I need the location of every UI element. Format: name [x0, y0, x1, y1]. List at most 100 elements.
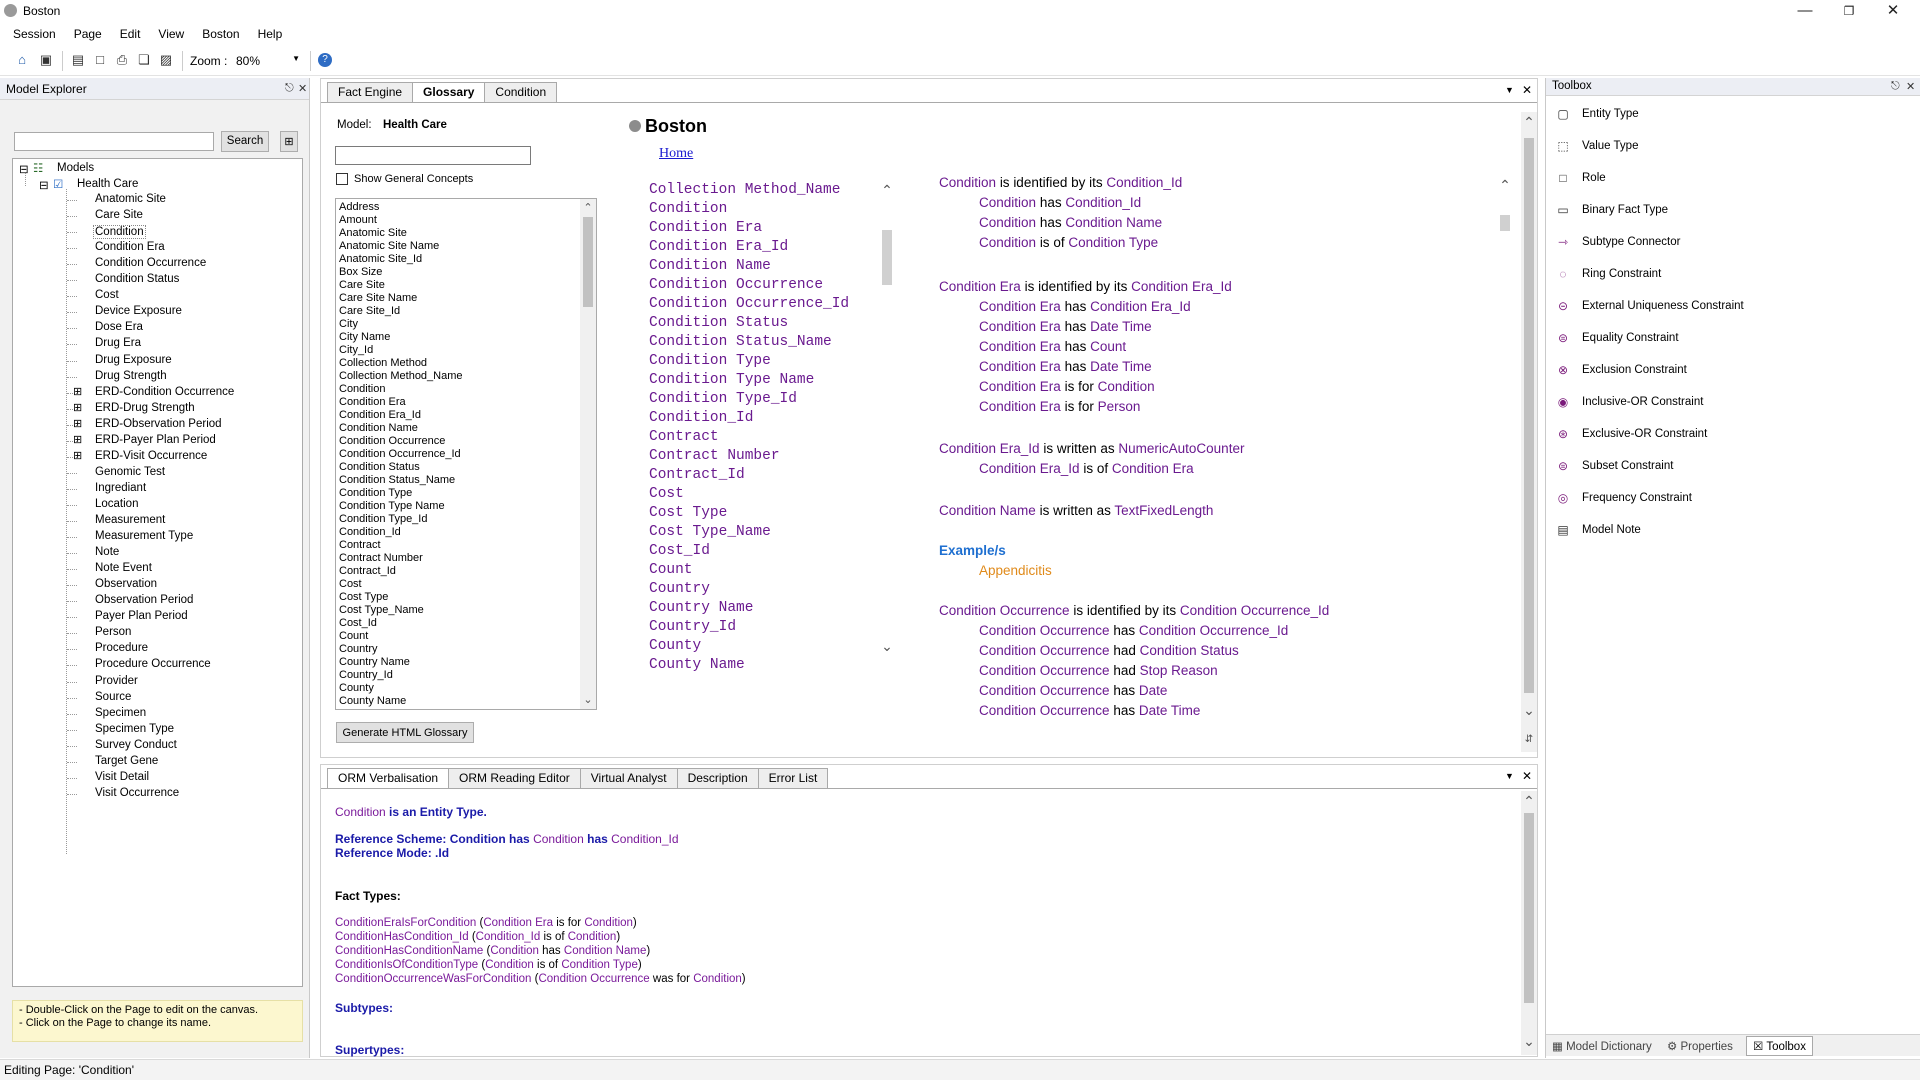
tab-list-chevron-icon[interactable]: ▼ — [1505, 771, 1514, 781]
fact-type-role-b[interactable]: Condition — [584, 917, 633, 929]
tree-item[interactable]: Specimen — [95, 707, 146, 719]
zoom-select[interactable]: 80% ▼ — [234, 51, 304, 71]
scroll-thumb[interactable] — [583, 217, 593, 307]
tool-subtype-connector[interactable]: ⇾ Subtype Connector — [1554, 234, 1680, 250]
glossary-term-link[interactable]: Condition Era_Id — [649, 239, 788, 255]
scroll-thumb[interactable] — [1524, 813, 1534, 1003]
concept-item[interactable]: Country_Id — [339, 669, 393, 682]
tree-item[interactable]: Source — [95, 691, 131, 703]
tree-item[interactable]: Measurement — [95, 514, 165, 526]
tool-frequency-constraint[interactable]: ◎ Frequency Constraint — [1554, 490, 1692, 506]
fact-type-role-a[interactable]: Condition Era — [483, 917, 553, 929]
menu-session[interactable]: Session — [4, 23, 65, 45]
tree-item[interactable]: Procedure Occurrence — [95, 658, 211, 670]
glossary-term-link[interactable]: Condition Status — [649, 315, 788, 331]
tool-value-type[interactable]: ⬚ Value Type — [1554, 138, 1638, 154]
glossary-term-link[interactable]: Cost Type_Name — [649, 524, 771, 540]
scroll-down-icon[interactable]: ⌄ — [879, 638, 895, 655]
tree-item[interactable]: Location — [95, 498, 138, 510]
glossary-term-link[interactable]: Condition Type Name — [649, 372, 814, 388]
definitions-scrollbar[interactable]: ⌃ — [1497, 175, 1513, 325]
tree-item[interactable]: Survey Conduct — [95, 739, 177, 751]
concept-item[interactable]: Country Name — [339, 656, 410, 669]
tool-entity-type[interactable]: ▢ Entity Type — [1554, 106, 1638, 122]
scroll-thumb[interactable] — [1524, 138, 1534, 693]
concept-item[interactable]: County Name — [339, 695, 406, 708]
scroll-up-icon[interactable]: ⌃ — [1521, 793, 1537, 810]
tab-properties[interactable]: ⚙ Properties — [1667, 1039, 1733, 1053]
pin-icon[interactable]: ⎋ — [1891, 80, 1900, 93]
tab-list-chevron-icon[interactable]: ▼ — [1505, 85, 1514, 95]
concept-item[interactable]: City_Id — [339, 344, 373, 357]
tab-virtual-analyst[interactable]: Virtual Analyst — [579, 768, 678, 788]
tool-external-uniqueness-constraint[interactable]: ⊝ External Uniqueness Constraint — [1554, 298, 1744, 314]
term-list-scrollbar[interactable]: ⌃ ⌄ — [879, 180, 895, 660]
tree-item[interactable]: Payer Plan Period — [95, 610, 188, 622]
concept-list[interactable]: Address Amount Anatomic Site Anatomic Site … — [335, 198, 597, 710]
tree-item[interactable]: Measurement Type — [95, 530, 193, 542]
fact-type-role-b[interactable]: Condition Type — [561, 959, 638, 971]
scroll-up-icon[interactable]: ⌃ — [1497, 177, 1513, 194]
glossary-term-link[interactable]: Count — [649, 562, 693, 578]
glossary-page-scrollbar[interactable]: ⌃ ⌄ ⇵ — [1521, 112, 1537, 752]
fact-type-name[interactable]: ConditionHasCondition_Id — [335, 931, 469, 943]
explorer-search-input[interactable] — [14, 132, 214, 151]
fact-type-role-a[interactable]: Condition — [490, 945, 539, 957]
tree-item[interactable]: Note Event — [95, 562, 152, 574]
tab-orm-verbalisation[interactable]: ORM Verbalisation — [327, 768, 450, 788]
concept-item[interactable]: Contract — [339, 539, 381, 552]
copy-icon[interactable]: ❏ — [136, 52, 152, 68]
tree-item[interactable]: Procedure — [95, 642, 148, 654]
concept-item[interactable]: Anatomic Site Name — [339, 240, 439, 253]
concept-item[interactable]: Condition Name — [339, 422, 418, 435]
fact-type-name[interactable]: ConditionEraIsForCondition — [335, 917, 476, 929]
tree-item[interactable]: Condition Era — [95, 241, 165, 253]
close-icon[interactable]: ✕ — [1906, 80, 1915, 93]
tree-item[interactable]: Device Exposure — [95, 305, 182, 317]
tree-item[interactable]: Condition — [93, 225, 146, 240]
tree-item[interactable]: Drug Era — [95, 337, 141, 349]
tab-description[interactable]: Description — [676, 768, 759, 788]
ref-scheme-b[interactable]: Condition_Id — [611, 832, 678, 846]
add-page-icon[interactable]: ⊞ — [280, 131, 298, 152]
tree-item[interactable]: Provider — [95, 675, 138, 687]
tab-error-list[interactable]: Error List — [757, 768, 829, 788]
home-link[interactable]: Home — [659, 146, 693, 162]
concept-item[interactable]: Anatomic Site_Id — [339, 253, 422, 266]
menu-boston[interactable]: Boston — [193, 23, 248, 45]
tree-item[interactable]: Observation Period — [95, 594, 193, 606]
model-tree[interactable]: ⊟ ☷ Models ⊟ ☑ Health Care Anatomic Site… — [12, 158, 303, 987]
concept-item[interactable]: Amount — [339, 214, 377, 227]
tree-item[interactable]: Genomic Test — [95, 466, 165, 478]
concept-item[interactable]: Collection Method_Name — [339, 370, 463, 383]
verbalisation-scrollbar[interactable]: ⌃ ⌄ — [1521, 791, 1537, 1055]
concept-item[interactable]: Country — [339, 643, 378, 656]
generate-html-glossary-button[interactable]: Generate HTML Glossary — [336, 722, 474, 743]
tool-inclusive-or-constraint[interactable]: ◉ Inclusive-OR Constraint — [1554, 394, 1704, 410]
concept-item[interactable]: Condition Occurrence — [339, 435, 445, 448]
tree-item[interactable]: Target Gene — [95, 755, 158, 767]
glossary-term-link[interactable]: Condition — [649, 201, 727, 217]
tool-exclusion-constraint[interactable]: ⊗ Exclusion Constraint — [1554, 362, 1687, 378]
glossary-term-link[interactable]: Cost_Id — [649, 543, 710, 559]
concept-item[interactable]: Condition Type — [339, 487, 412, 500]
fact-type-role-b[interactable]: Condition — [693, 973, 742, 985]
tree-item[interactable]: ERD-Condition Occurrence — [95, 386, 234, 398]
fact-type-name[interactable]: ConditionHasConditionName — [335, 945, 483, 957]
fact-type-role-b[interactable]: Condition Name — [564, 945, 646, 957]
glossary-term-link[interactable]: Condition Type — [649, 353, 771, 369]
concept-item[interactable]: Condition Era — [339, 396, 406, 409]
close-document-icon[interactable]: ✕ — [1522, 83, 1532, 97]
glossary-term-link[interactable]: Country — [649, 581, 710, 597]
scroll-down-icon[interactable]: ⌄ — [1521, 702, 1537, 719]
fact-type-role-b[interactable]: Condition — [568, 931, 617, 943]
tab-toolbox[interactable]: ☒ Toolbox — [1746, 1036, 1813, 1056]
tree-item[interactable]: Ingrediant — [95, 482, 146, 494]
concept-item[interactable]: Contract_Id — [339, 565, 396, 578]
concept-item[interactable]: Cost Type — [339, 591, 388, 604]
tree-root-models[interactable]: Models — [57, 162, 94, 174]
glossary-term-link[interactable]: Contract_Id — [649, 467, 745, 483]
close-panel-icon[interactable]: ✕ — [1522, 769, 1532, 783]
show-general-checkbox[interactable] — [336, 173, 348, 185]
tree-item[interactable]: ERD-Visit Occurrence — [95, 450, 207, 462]
